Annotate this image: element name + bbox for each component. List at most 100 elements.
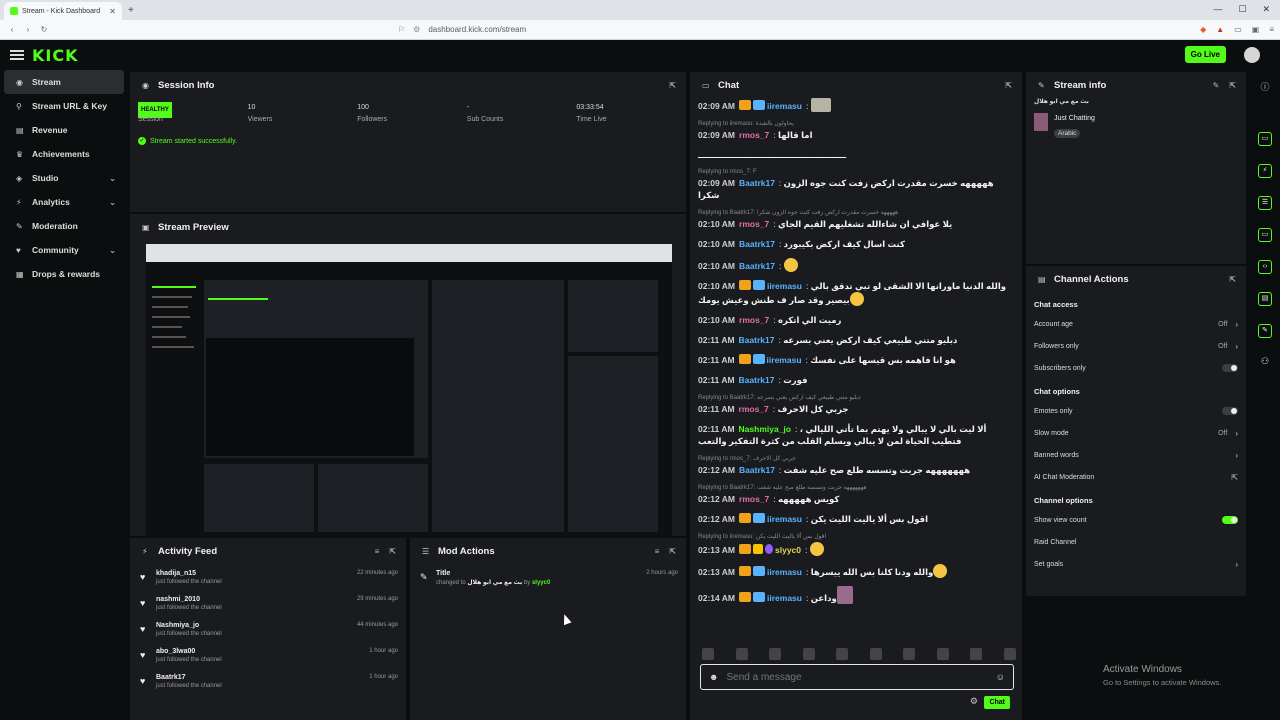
reload-icon[interactable]: ↻ bbox=[38, 25, 50, 34]
chat-username[interactable]: iiremasu bbox=[767, 281, 802, 291]
chevron-down-icon[interactable]: ⌄ bbox=[109, 198, 116, 207]
chat-username[interactable]: Baatrk17 bbox=[739, 335, 775, 345]
popout-icon[interactable]: ⇱ bbox=[1005, 81, 1012, 90]
browser-tab[interactable]: Stream - Kick Dashboard ✕ bbox=[4, 2, 122, 20]
chat-username[interactable]: Baatrk17 bbox=[739, 261, 775, 271]
user-avatar[interactable] bbox=[1244, 47, 1260, 63]
quick-action-video-icon[interactable]: ▭ bbox=[1258, 132, 1272, 146]
external-link-icon[interactable]: ⇱ bbox=[1231, 473, 1238, 482]
chat-username[interactable]: Baatrk17 bbox=[739, 375, 775, 385]
chevron-right-icon[interactable]: › bbox=[1235, 320, 1238, 329]
chat-send-button[interactable]: Chat bbox=[984, 696, 1010, 709]
chevron-right-icon[interactable]: › bbox=[1235, 342, 1238, 351]
chat-username[interactable]: rmos_7 bbox=[739, 404, 769, 414]
emote-icon[interactable] bbox=[769, 648, 782, 660]
chevron-right-icon[interactable]: › bbox=[1235, 451, 1238, 460]
new-tab-button[interactable]: + bbox=[128, 5, 134, 16]
back-icon[interactable]: ‹ bbox=[6, 25, 18, 34]
shield-icon[interactable]: ◆ bbox=[1200, 25, 1206, 34]
sidebar-item-achievements[interactable]: ♛ Achievements bbox=[4, 142, 124, 166]
chat-username[interactable]: slyyc0 bbox=[775, 545, 801, 555]
emote-icon[interactable] bbox=[903, 648, 916, 660]
sidebar-item-community[interactable]: ♥ Community ⌄ bbox=[4, 238, 124, 262]
chevron-right-icon[interactable]: › bbox=[1235, 560, 1238, 569]
go-live-button[interactable]: Go Live bbox=[1184, 46, 1226, 63]
setting-show-view-count[interactable]: Show view count bbox=[1026, 509, 1246, 531]
chat-username[interactable]: Baatrk17 bbox=[739, 465, 775, 475]
quick-action-bolt-icon[interactable]: ⚡ bbox=[1258, 164, 1272, 178]
quick-action-chat-icon[interactable]: ▭ bbox=[1258, 228, 1272, 242]
chat-username[interactable]: Nashmiya_jo bbox=[739, 424, 791, 434]
close-window-icon[interactable]: ✕ bbox=[1262, 4, 1270, 15]
sidebar-item-stream-url-key[interactable]: ⚲ Stream URL & Key bbox=[4, 94, 124, 118]
chat-username[interactable]: rmos_7 bbox=[739, 315, 769, 325]
chat-username[interactable]: rmos_7 bbox=[739, 494, 769, 504]
warning-icon[interactable]: ▲ bbox=[1216, 25, 1224, 34]
emote-icon[interactable] bbox=[702, 648, 714, 660]
chat-username[interactable]: Baatrk17 bbox=[739, 239, 775, 249]
follower-name[interactable]: nashmi_2010 bbox=[156, 596, 222, 603]
chat-settings-icon[interactable]: ⚙ bbox=[970, 696, 978, 707]
follower-name[interactable]: Baatrk17 bbox=[156, 674, 222, 681]
popout-icon[interactable]: ⇱ bbox=[1229, 81, 1236, 90]
setting-set-goals[interactable]: Set goals › bbox=[1026, 553, 1246, 575]
chevron-right-icon[interactable]: › bbox=[1235, 429, 1238, 438]
emoji-picker-icon[interactable]: ☺ bbox=[996, 672, 1005, 682]
quick-action-tool-icon[interactable]: ✎ bbox=[1258, 324, 1272, 338]
user-badge-icon[interactable]: ☻ bbox=[709, 672, 718, 682]
quick-action-doc-icon[interactable]: ▤ bbox=[1258, 292, 1272, 306]
toggle-switch[interactable] bbox=[1222, 407, 1238, 415]
emote-icon[interactable] bbox=[1003, 648, 1016, 660]
emote-icon[interactable] bbox=[735, 648, 748, 660]
emote-icon[interactable] bbox=[869, 648, 882, 660]
chat-username[interactable]: rmos_7 bbox=[739, 130, 769, 140]
toggle-switch[interactable] bbox=[1222, 364, 1238, 372]
users-icon[interactable]: ⚇ bbox=[1259, 356, 1271, 368]
info-icon[interactable]: ⓘ bbox=[1259, 80, 1271, 92]
quick-action-code-icon[interactable]: ‹› bbox=[1258, 260, 1272, 274]
chat-username[interactable]: iiremasu bbox=[767, 355, 802, 365]
setting-ai-chat-moderation[interactable]: AI Chat Moderation ⇱ bbox=[1026, 466, 1246, 488]
sidebar-item-revenue[interactable]: ▤ Revenue bbox=[4, 118, 124, 142]
chat-username[interactable]: iiremasu bbox=[767, 567, 802, 577]
chevron-down-icon[interactable]: ⌄ bbox=[109, 174, 116, 183]
popout-icon[interactable]: ⇱ bbox=[669, 81, 676, 90]
quick-action-list-icon[interactable]: ☰ bbox=[1258, 196, 1272, 210]
follower-name[interactable]: abo_3lwa00 bbox=[156, 648, 222, 655]
sidebar-icon[interactable]: ▭ bbox=[1234, 25, 1242, 34]
url-field[interactable]: ⚐ ⚙ dashboard.kick.com/stream bbox=[398, 23, 958, 37]
maximize-icon[interactable]: ☐ bbox=[1238, 4, 1246, 15]
sidebar-item-moderation[interactable]: ✎ Moderation bbox=[4, 214, 124, 238]
chat-messages[interactable]: 02:09 AM iiremasu: Replying to iiremasu: … bbox=[698, 98, 1016, 646]
popout-icon[interactable]: ⇱ bbox=[389, 547, 396, 556]
follower-name[interactable]: khadija_n15 bbox=[156, 570, 222, 577]
kick-logo[interactable]: KICK bbox=[32, 46, 79, 65]
stream-preview-video[interactable] bbox=[146, 244, 672, 540]
minimize-icon[interactable]: — bbox=[1213, 4, 1222, 15]
setting-followers-only[interactable]: Followers only Off › bbox=[1026, 335, 1246, 357]
edit-icon[interactable]: ✎ bbox=[1213, 81, 1220, 90]
chat-username[interactable]: rmos_7 bbox=[739, 219, 769, 229]
sidebar-item-analytics[interactable]: ⚡ Analytics ⌄ bbox=[4, 190, 124, 214]
close-tab-icon[interactable]: ✕ bbox=[109, 7, 116, 16]
forward-icon[interactable]: › bbox=[22, 25, 34, 34]
chat-message-input[interactable] bbox=[726, 671, 996, 683]
sidebar-item-studio[interactable]: ◈ Studio ⌄ bbox=[4, 166, 124, 190]
popout-icon[interactable]: ⇱ bbox=[1229, 275, 1236, 284]
toggle-switch[interactable] bbox=[1222, 516, 1238, 524]
sidebar-item-drops-rewards[interactable]: ▦ Drops & rewards bbox=[4, 262, 124, 286]
chat-input-box[interactable]: ☻ ☺ bbox=[700, 664, 1014, 690]
setting-emotes-only[interactable]: Emotes only bbox=[1026, 400, 1246, 422]
popout-icon[interactable]: ⇱ bbox=[669, 547, 676, 556]
filter-icon[interactable]: ≡ bbox=[655, 547, 660, 556]
setting-slow-mode[interactable]: Slow mode Off › bbox=[1026, 422, 1246, 444]
menu-icon[interactable]: ≡ bbox=[1269, 25, 1274, 34]
setting-subscribers-only[interactable]: Subscribers only bbox=[1026, 357, 1246, 379]
filter-icon[interactable]: ≡ bbox=[375, 547, 380, 556]
emote-icon[interactable] bbox=[936, 648, 949, 660]
emote-icon[interactable] bbox=[802, 648, 815, 660]
chevron-down-icon[interactable]: ⌄ bbox=[109, 246, 116, 255]
wallet-icon[interactable]: ▣ bbox=[1252, 25, 1260, 34]
sidebar-item-stream[interactable]: ◉ Stream bbox=[4, 70, 124, 94]
setting-banned-words[interactable]: Banned words › bbox=[1026, 444, 1246, 466]
